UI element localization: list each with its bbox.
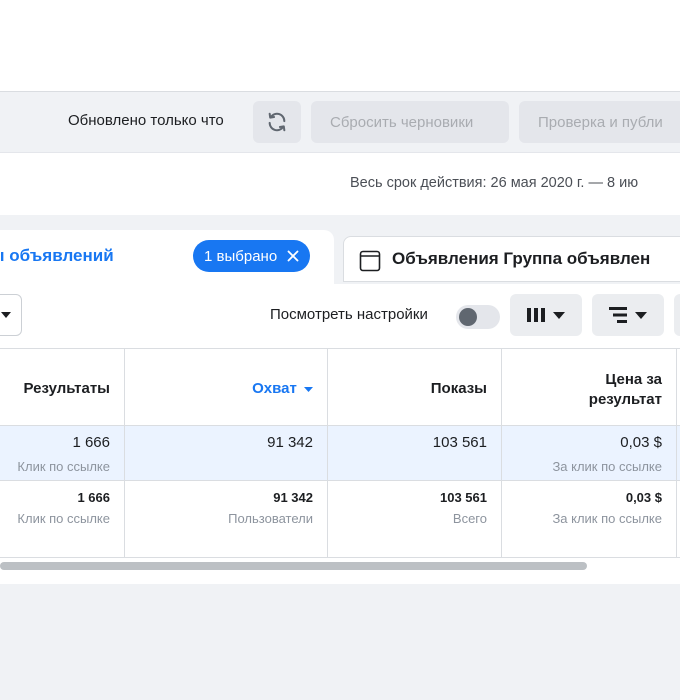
row1-results-value: 1 666 [72, 434, 110, 451]
row2-cost-sub: За клик по ссылке [552, 511, 662, 526]
row1-results-sub: Клик по ссылке [17, 459, 110, 474]
table-row[interactable]: 1 666 Клик по ссылке 91 342 103 561 0,03… [0, 426, 680, 481]
updated-status: Обновлено только что [68, 112, 224, 129]
row2-impressions-value: 103 561 [440, 490, 487, 505]
table-summary-row: 1 666 Клик по ссылке 91 342 Пользователи… [0, 481, 680, 558]
ad-sets-table: Результаты Охват Показы Цена за результа… [0, 348, 680, 558]
caret-down-icon [553, 311, 565, 319]
sort-caret-icon [304, 386, 313, 392]
header-impressions[interactable]: Показы [328, 348, 501, 426]
row2-results-sub: Клик по ссылке [17, 511, 110, 526]
view-settings-label: Посмотреть настройки [270, 306, 428, 323]
column-divider [124, 348, 125, 558]
caret-down-icon [1, 312, 11, 318]
row2-impressions-sub: Всего [452, 511, 487, 526]
date-range-text[interactable]: Весь срок действия: 26 мая 2020 г. — 8 и… [350, 175, 638, 191]
header-reach[interactable]: Охват [125, 348, 327, 426]
reset-drafts-button[interactable]: Сбросить черновики [311, 101, 509, 143]
row1-cost-sub: За клик по ссылке [552, 459, 662, 474]
row1-reach-value: 91 342 [267, 434, 313, 451]
review-publish-button[interactable]: Проверка и публи [519, 101, 680, 143]
row1-cost-value: 0,03 $ [620, 434, 662, 451]
breakdown-icon [609, 307, 627, 323]
tab-ads[interactable]: Объявления Группа объявлен [343, 236, 680, 282]
row2-reach-value: 91 342 [273, 490, 313, 505]
caret-down-icon [635, 311, 647, 319]
header-results[interactable]: Результаты [0, 348, 124, 426]
refresh-icon [268, 112, 286, 132]
column-divider [327, 348, 328, 558]
horizontal-scrollbar[interactable] [0, 562, 587, 570]
column-divider [676, 348, 677, 558]
tab-ad-sets[interactable]: ы объявлений 1 выбрано [0, 230, 334, 284]
header-cost-per-result[interactable]: Цена за результат [502, 348, 676, 426]
breakdown-button[interactable] [592, 294, 664, 336]
filter-dropdown[interactable] [0, 294, 22, 336]
more-tools-button[interactable] [674, 294, 680, 336]
view-settings-toggle[interactable] [456, 305, 500, 329]
column-divider [501, 348, 502, 558]
row2-cost-value: 0,03 $ [625, 490, 662, 505]
date-range-row: Весь срок действия: 26 мая 2020 г. — 8 и… [0, 153, 680, 215]
selected-count-pill[interactable]: 1 выбрано [193, 240, 311, 272]
row2-results-value: 1 666 [77, 490, 110, 505]
selected-count-label: 1 выбрано [204, 247, 278, 265]
close-icon[interactable] [287, 250, 299, 262]
row2-reach-sub: Пользователи [228, 511, 313, 526]
refresh-button[interactable] [253, 101, 301, 143]
top-toolbar: Обновлено только что Сбросить черновики … [0, 91, 680, 153]
toggle-knob [459, 308, 477, 326]
tab-ads-label: Объявления Группа объявлен [392, 249, 651, 268]
ads-manager: Обновлено только что Сбросить черновики … [0, 0, 680, 700]
tab-ad-sets-label: ы объявлений [0, 246, 114, 265]
row1-impressions-value: 103 561 [432, 434, 487, 451]
columns-button[interactable] [510, 294, 582, 336]
ad-window-icon [359, 250, 381, 277]
columns-icon [527, 308, 545, 322]
